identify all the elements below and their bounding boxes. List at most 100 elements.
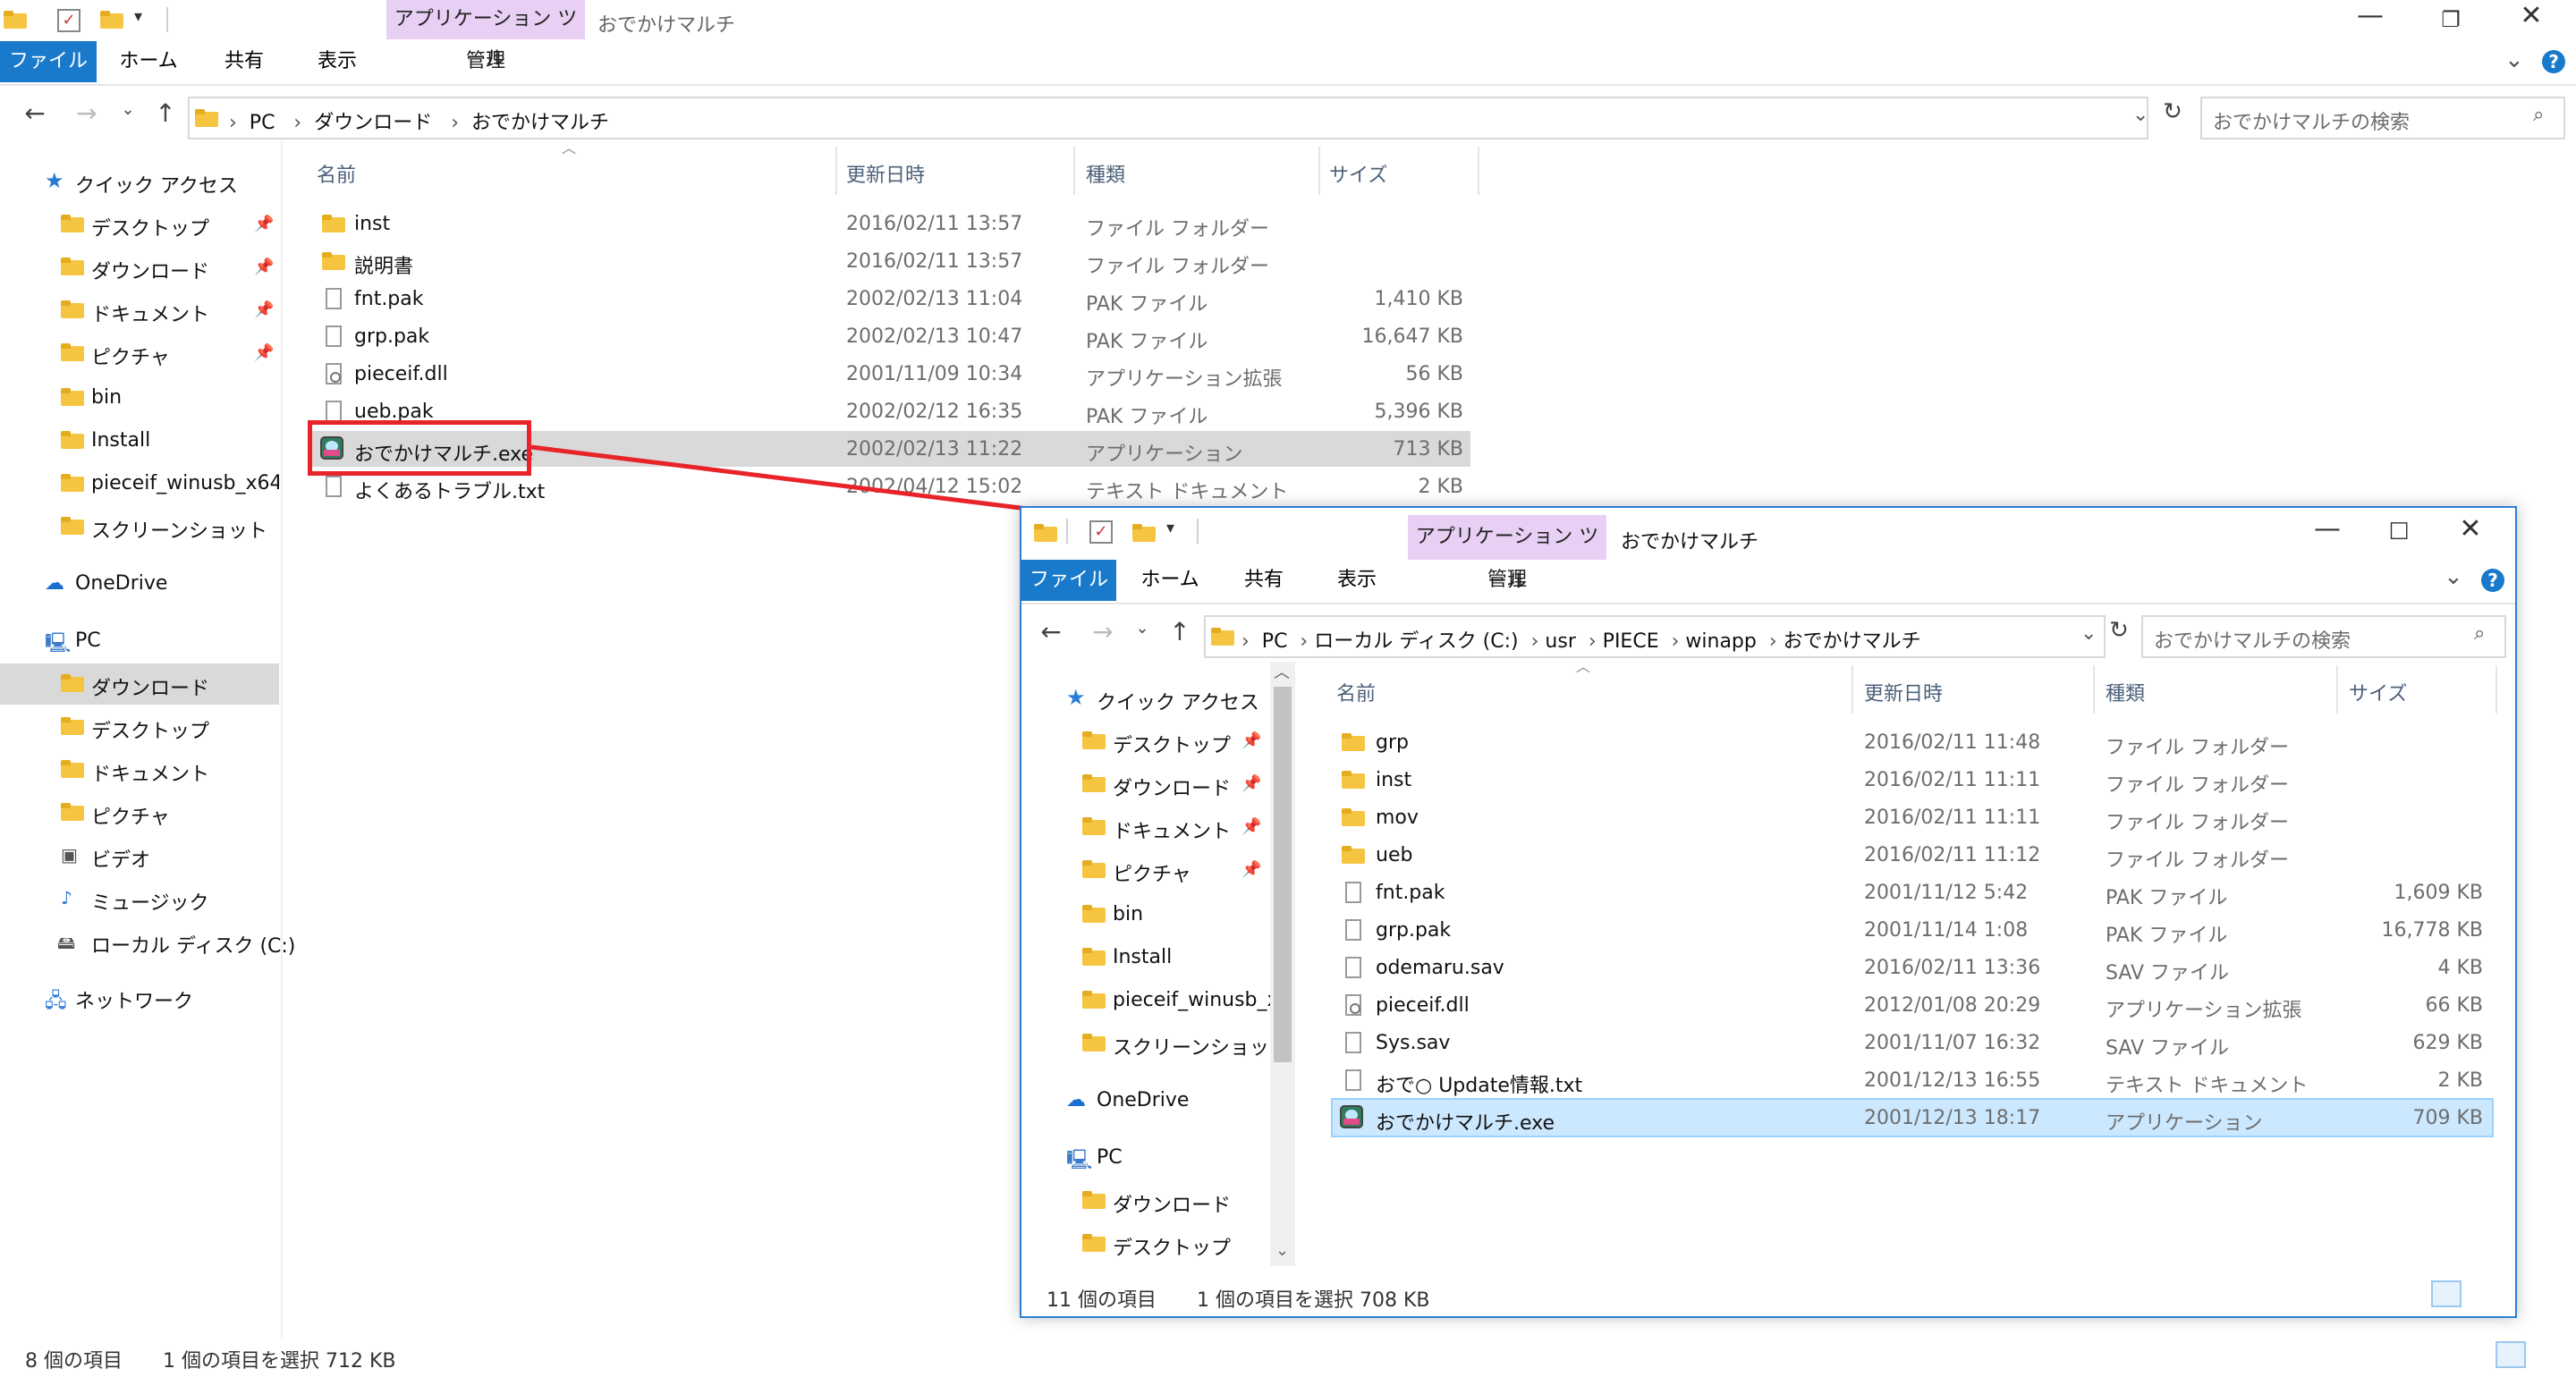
minimize-button[interactable]: —: [2301, 513, 2354, 545]
nav-item-bin[interactable]: bin: [1113, 903, 1143, 925]
nav-pc-desktop[interactable]: デスクトップ: [91, 715, 209, 744]
close-button[interactable]: ✕: [2504, 0, 2558, 31]
tab-share[interactable]: 共有: [1224, 560, 1304, 601]
nav-item-documents[interactable]: ドキュメント: [1113, 815, 1231, 844]
search-icon[interactable]: ⌕: [2474, 622, 2485, 645]
column-header-name[interactable]: 名前: [317, 159, 356, 188]
nav-item-documents[interactable]: ドキュメント: [91, 299, 209, 327]
nav-pc-documents[interactable]: ドキュメント: [91, 758, 209, 787]
maximize-button[interactable]: ☐: [2372, 513, 2426, 551]
nav-pc-desktop[interactable]: デスクトップ: [1113, 1232, 1231, 1261]
pin-icon[interactable]: 📌: [254, 343, 274, 362]
tab-view[interactable]: 表示: [297, 41, 377, 82]
nav-onedrive[interactable]: OneDrive: [75, 572, 167, 595]
address-dropdown-icon[interactable]: ⌄: [2080, 622, 2097, 645]
nav-item-pictures[interactable]: ピクチャ: [1113, 858, 1191, 887]
column-header-size[interactable]: サイズ: [1329, 159, 1387, 188]
nav-network[interactable]: ネットワーク: [75, 985, 193, 1014]
details-view-button[interactable]: [2431, 1280, 2462, 1307]
nav-item-screenshots[interactable]: スクリーンショット: [1113, 1032, 1289, 1060]
breadcrumb-winapp[interactable]: winapp: [1685, 630, 1756, 653]
qat-dropdown-icon[interactable]: ▾: [134, 7, 142, 26]
nav-item-pieceif[interactable]: pieceif_winusb_x: [1113, 989, 1272, 1011]
column-header-type[interactable]: 種類: [1086, 159, 1125, 188]
nav-item-downloads[interactable]: ダウンロード: [1113, 773, 1231, 801]
search-icon[interactable]: ⌕: [2533, 104, 2544, 126]
restore-button[interactable]: ❐: [2424, 0, 2478, 39]
properties-icon[interactable]: ✓: [57, 9, 80, 32]
tab-manage[interactable]: 管理: [1408, 560, 1606, 601]
tab-view[interactable]: 表示: [1317, 560, 1397, 601]
close-button[interactable]: ✕: [2444, 513, 2497, 545]
minimize-button[interactable]: —: [2343, 0, 2397, 31]
address-bar[interactable]: › PC › ダウンロード › おでかけマルチ ⌄: [188, 97, 2148, 139]
help-icon[interactable]: ?: [2481, 569, 2504, 592]
nav-pc[interactable]: PC: [1097, 1146, 1123, 1169]
back-arrow-icon[interactable]: ←: [20, 98, 50, 128]
nav-onedrive[interactable]: OneDrive: [1097, 1089, 1189, 1111]
recent-dropdown-icon[interactable]: ⌄: [1129, 619, 1156, 638]
pin-icon[interactable]: 📌: [1241, 860, 1261, 879]
pin-icon[interactable]: 📌: [254, 215, 274, 233]
refresh-icon[interactable]: ↻: [2157, 98, 2188, 125]
nav-quick-access[interactable]: クイック アクセス: [1097, 687, 1259, 715]
nav-quick-access[interactable]: クイック アクセス: [75, 170, 238, 199]
new-folder-icon[interactable]: [100, 11, 123, 29]
pin-icon[interactable]: 📌: [254, 300, 274, 319]
search-input[interactable]: おでかけマルチの検索 ⌕: [2200, 97, 2565, 139]
search-input[interactable]: おでかけマルチの検索 ⌕: [2141, 615, 2506, 658]
nav-pc-pictures[interactable]: ピクチャ: [91, 801, 170, 830]
nav-item-pictures[interactable]: ピクチャ: [91, 342, 170, 370]
column-header-date[interactable]: 更新日時: [846, 159, 925, 188]
help-icon[interactable]: ?: [2542, 50, 2565, 73]
nav-pc-local-disk[interactable]: ローカル ディスク (C:): [91, 930, 295, 959]
tab-manage[interactable]: 管理: [386, 41, 585, 82]
address-dropdown-icon[interactable]: ⌄: [2132, 104, 2148, 126]
tab-file[interactable]: ファイル: [0, 41, 97, 82]
up-arrow-icon[interactable]: ↑: [1165, 617, 1195, 646]
nav-item-desktop[interactable]: デスクトップ: [1113, 730, 1231, 758]
breadcrumb-pc[interactable]: PC: [1262, 630, 1288, 653]
details-view-button[interactable]: [2496, 1341, 2526, 1368]
nav-item-pieceif[interactable]: pieceif_winusb_x64-: [91, 472, 279, 494]
refresh-icon[interactable]: ↻: [2104, 617, 2134, 644]
tab-home[interactable]: ホーム: [1127, 560, 1213, 601]
qat-dropdown-icon[interactable]: ▾: [1166, 519, 1174, 537]
breadcrumb-current[interactable]: おでかけマルチ: [471, 112, 609, 134]
column-header-size[interactable]: サイズ: [2349, 678, 2407, 706]
nav-pc-downloads[interactable]: ダウンロード: [91, 672, 209, 701]
nav-pc-music[interactable]: ミュージック: [91, 887, 209, 916]
pin-icon[interactable]: 📌: [1241, 817, 1261, 836]
nav-item-desktop[interactable]: デスクトップ: [91, 213, 209, 241]
up-arrow-icon[interactable]: ↑: [150, 98, 181, 128]
forward-arrow-icon[interactable]: →: [72, 98, 102, 128]
back-arrow-icon[interactable]: ←: [1036, 617, 1066, 646]
breadcrumb-pc[interactable]: PC: [250, 112, 275, 134]
properties-icon[interactable]: ✓: [1089, 520, 1113, 544]
nav-item-install[interactable]: Install: [1113, 946, 1172, 968]
nav-item-install[interactable]: Install: [91, 429, 150, 452]
nav-scrollbar-thumb[interactable]: [1274, 687, 1292, 1062]
breadcrumb-usr[interactable]: usr: [1545, 630, 1575, 653]
pin-icon[interactable]: 📌: [1241, 774, 1261, 793]
scroll-up-icon[interactable]: ︿: [1274, 660, 1290, 683]
nav-pc-downloads[interactable]: ダウンロード: [1113, 1189, 1231, 1218]
nav-item-downloads[interactable]: ダウンロード: [91, 256, 209, 284]
breadcrumb-current[interactable]: おでかけマルチ: [1784, 630, 1921, 653]
pin-icon[interactable]: 📌: [1241, 731, 1261, 750]
new-folder-icon[interactable]: [1132, 524, 1156, 542]
nav-item-screenshots[interactable]: スクリーンショット: [91, 515, 267, 544]
pin-icon[interactable]: 📌: [254, 258, 274, 276]
nav-pc[interactable]: PC: [75, 629, 101, 652]
column-header-date[interactable]: 更新日時: [1864, 678, 1943, 706]
nav-item-bin[interactable]: bin: [91, 386, 122, 409]
tab-file[interactable]: ファイル: [1021, 560, 1116, 601]
tab-home[interactable]: ホーム: [106, 41, 191, 82]
breadcrumb-local-disk[interactable]: ローカル ディスク (C:): [1314, 630, 1518, 653]
ribbon-expand-icon[interactable]: ⌄: [2444, 563, 2463, 590]
address-bar[interactable]: › PC › ローカル ディスク (C:) › usr › PIECE › wi…: [1204, 615, 2106, 658]
forward-arrow-icon[interactable]: →: [1088, 617, 1118, 646]
breadcrumb-piece[interactable]: PIECE: [1603, 630, 1659, 653]
breadcrumb-downloads[interactable]: ダウンロード: [314, 112, 432, 134]
large-icons-view-button[interactable]: [2533, 1341, 2563, 1368]
